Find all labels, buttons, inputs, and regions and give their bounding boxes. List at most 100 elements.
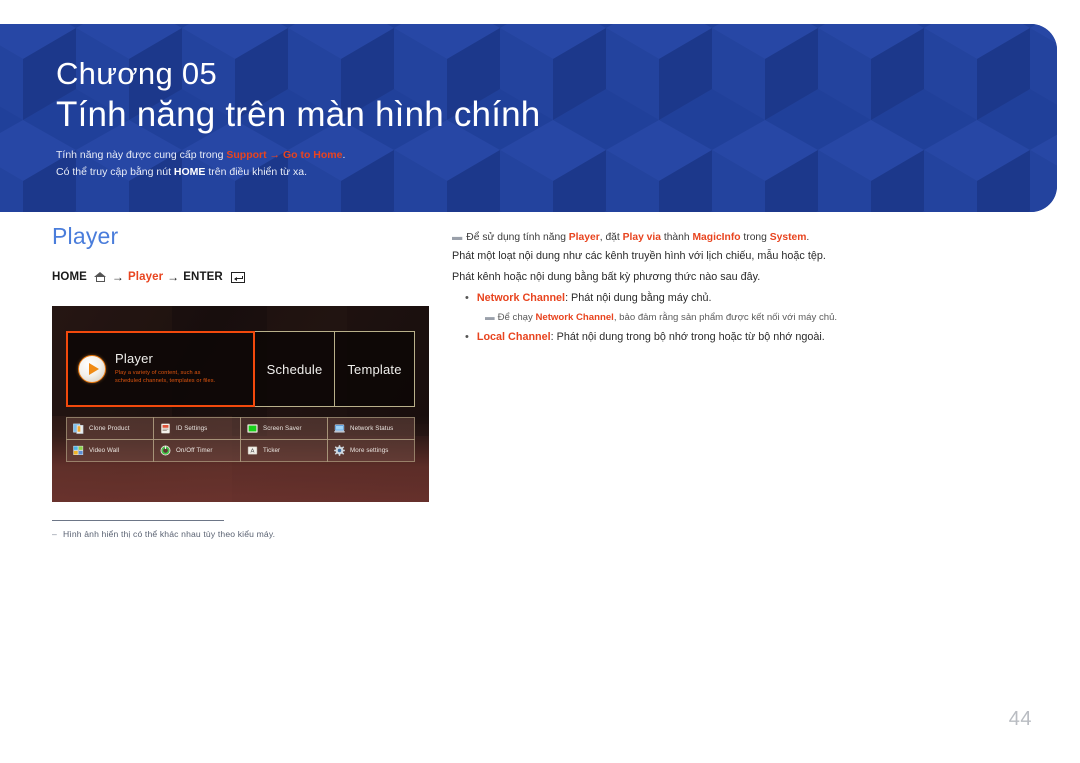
grid-item-label: Screen Saver	[263, 424, 302, 432]
home-tiles-row: Player Play a variety of content, such a…	[66, 331, 415, 407]
grid-item-label: On/Off Timer	[176, 446, 213, 454]
grid-item-network-status[interactable]: Network Status	[327, 417, 415, 440]
note-p3: thành	[660, 232, 693, 243]
bullet-2-term: Local Channel	[476, 331, 551, 344]
paragraph-1: Phát một loạt nội dung như các kênh truy…	[452, 249, 826, 262]
video-wall-icon	[73, 445, 84, 455]
paragraph-2: Phát kênh hoặc nội dung bằng bất kỳ phươ…	[452, 270, 761, 283]
tile-player-label: Player	[115, 351, 154, 367]
grid-item-screen-saver[interactable]: Screen Saver	[240, 417, 328, 440]
tile-template[interactable]: Template	[334, 331, 415, 407]
tile-player-description-line2: scheduled channels, templates or files.	[115, 378, 216, 385]
chapter-title: Tính năng trên màn hình chính	[56, 94, 541, 134]
banner-note-1-arrow: →	[266, 148, 283, 161]
id-settings-icon	[161, 423, 170, 434]
nav-enter-label: ENTER	[183, 271, 223, 283]
svg-text:A: A	[251, 448, 255, 454]
left-column: Player HOME → Player → ENTER Player Play…	[52, 225, 437, 539]
grid-item-label: Clone Product	[89, 424, 130, 432]
grid-item-ticker[interactable]: A Ticker	[240, 438, 328, 462]
note-p1: Để sử dụng tính năng	[466, 232, 569, 243]
tile-schedule-label: Schedule	[266, 361, 323, 377]
grid-item-label: ID Settings	[176, 424, 208, 432]
bullet-dot: •	[465, 331, 469, 344]
screen-saver-icon	[247, 423, 258, 433]
banner-note-1-post: .	[342, 148, 346, 161]
subnote-term-network-channel: Network Channel	[535, 312, 614, 324]
settings-grid-row: Video Wall On/Off Timer A Ticker More se…	[66, 438, 415, 462]
bullet-1-term: Network Channel	[476, 291, 566, 304]
grid-item-id-settings[interactable]: ID Settings	[153, 417, 241, 440]
bullet-2-text: : Phát nội dung trong bộ nhớ trong hoặc …	[550, 331, 825, 344]
subnote-dash: ▬	[485, 312, 495, 324]
nav-arrow-1: →	[111, 270, 125, 284]
navigation-path: HOME → Player → ENTER	[52, 270, 437, 284]
enter-key-icon	[230, 271, 245, 283]
network-status-icon	[334, 424, 345, 433]
note-dash: ▬	[452, 232, 462, 243]
nav-player-label: Player	[128, 271, 164, 283]
play-circle-icon	[78, 355, 106, 383]
tile-player[interactable]: Player Play a variety of content, such a…	[66, 331, 255, 407]
note-p2: , đặt	[599, 232, 623, 243]
subnote-body: Để chạy Network Channel, bảo đảm rằng sả…	[498, 309, 838, 327]
caption-text: Hình ảnh hiển thị có thể khác nhau tùy t…	[62, 529, 276, 539]
note-term-player: Player	[568, 232, 600, 243]
banner-note-1-link-support: Support	[226, 148, 267, 161]
caption-dash: ‒	[52, 529, 57, 539]
banner-note-1-link-gotohome: Go to Home	[282, 148, 343, 161]
tile-player-description: Play a variety of content, such as sched…	[115, 369, 215, 386]
banner-note-2-post: trên điều khiển từ xa.	[205, 165, 308, 178]
section-title-player: Player	[52, 223, 119, 249]
tile-schedule[interactable]: Schedule	[254, 331, 335, 407]
home-icon	[93, 271, 107, 283]
note-body: Để sử dụng tính năng Player, đặt Play vi…	[466, 230, 809, 246]
note-p5: .	[806, 232, 810, 243]
home-screen-screenshot: Player Play a variety of content, such a…	[52, 306, 429, 502]
bullet-1-body: Network Channel: Phát nội dung bằng máy …	[477, 288, 712, 309]
banner-note-2-home-key: HOME	[173, 165, 206, 178]
tile-player-description-line1: Play a variety of content, such as	[115, 370, 201, 377]
note-play-via: ▬ Để sử dụng tính năng Player, đặt Play …	[452, 230, 922, 246]
nav-home-label: HOME	[52, 271, 87, 283]
banner-note-2-pre: Có thể truy cập bằng nút	[56, 165, 174, 178]
banner-notes: Tính năng này được cung cấp trong Suppor…	[56, 147, 1037, 181]
on-off-timer-icon	[160, 445, 171, 456]
bullet-2-body: Local Channel: Phát nội dung trong bộ nh…	[477, 327, 825, 348]
banner-note-1-pre: Tính năng này được cung cấp trong	[56, 148, 227, 161]
bullet-1-text: : Phát nội dung bằng máy chủ.	[565, 291, 712, 304]
bullet-dot: •	[465, 291, 469, 304]
nav-arrow-2: →	[167, 270, 180, 284]
settings-grid: Clone Product ID Settings Screen Saver N…	[66, 417, 415, 462]
note-term-system: System	[769, 232, 807, 243]
grid-item-label: More settings	[350, 446, 389, 454]
bullet-network-channel: • Network Channel: Phát nội dung bằng má…	[452, 288, 922, 309]
subnote-p1: Để chạy	[497, 312, 536, 324]
tile-player-text: Player Play a variety of content, such a…	[115, 351, 215, 386]
play-triangle	[88, 363, 99, 375]
right-column: ▬ Để sử dụng tính năng Player, đặt Play …	[452, 230, 922, 349]
clone-product-icon	[73, 423, 84, 434]
page-number: 44	[1008, 708, 1032, 730]
subnote-p2: , bảo đảm rằng sản phẩm được kết nối với…	[613, 312, 838, 324]
tile-template-label: Template	[347, 361, 402, 377]
grid-item-video-wall[interactable]: Video Wall	[66, 438, 154, 462]
chapter-banner: Chương 05 Tính năng trên màn hình chính …	[0, 24, 1057, 212]
grid-item-label: Ticker	[263, 446, 281, 454]
grid-item-more-settings[interactable]: More settings	[327, 438, 415, 462]
chapter-label: Chương 05	[56, 56, 217, 91]
more-settings-icon	[334, 444, 345, 456]
banner-note-1: Tính năng này được cung cấp trong Suppor…	[56, 147, 1037, 164]
subnote-network-channel: ▬ Để chạy Network Channel, bảo đảm rằng …	[452, 309, 922, 327]
settings-grid-row: Clone Product ID Settings Screen Saver N…	[66, 417, 415, 440]
caption-divider	[52, 520, 224, 521]
banner-note-2: Có thể truy cập bằng nút HOME trên điều …	[56, 164, 1037, 181]
note-p4: trong	[740, 232, 770, 243]
screenshot-caption: ‒ Hình ảnh hiển thị có thể khác nhau tùy…	[52, 529, 437, 539]
grid-item-clone-product[interactable]: Clone Product	[66, 417, 154, 440]
bullet-local-channel: • Local Channel: Phát nội dung trong bộ …	[452, 327, 922, 348]
note-term-play-via: Play via	[622, 232, 661, 243]
grid-item-label: Network Status	[350, 424, 394, 432]
note-term-magicinfo: MagicInfo	[692, 232, 741, 243]
grid-item-on-off-timer[interactable]: On/Off Timer	[153, 438, 241, 462]
